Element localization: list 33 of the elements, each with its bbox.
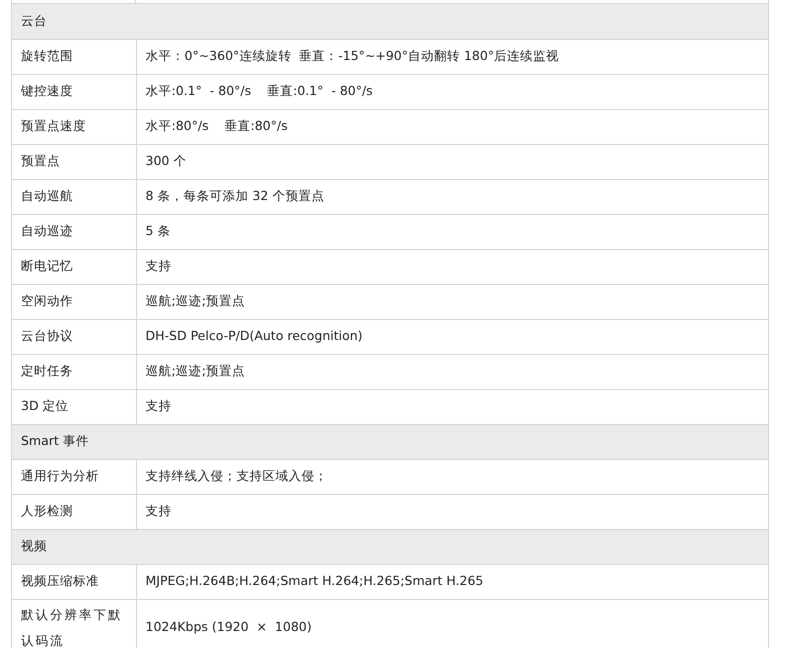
spec-value: DH-SD Pelco-P/D(Auto recognition)	[136, 319, 768, 354]
spec-value: 支持绊线入侵；支持区域入侵；	[136, 459, 768, 494]
spec-label: 自动巡迹	[12, 214, 136, 249]
spec-label: 视频压缩标准	[12, 564, 136, 599]
spec-label: 默认分辨率下默认码流	[12, 599, 136, 648]
spec-label: 预置点速度	[12, 109, 136, 144]
spec-value: 巡航;巡迹;预置点	[136, 284, 768, 319]
spec-label: 空闲动作	[12, 284, 136, 319]
spec-value: 水平:0.1° - 80°/s 垂直:0.1° - 80°/s	[136, 74, 768, 109]
spec-label: 预置点	[12, 144, 136, 179]
spec-value: 支持	[136, 494, 768, 529]
spec-label: 云台协议	[12, 319, 136, 354]
spec-value: 8 条，每条可添加 32 个预置点	[136, 179, 768, 214]
spec-value: 巡航;巡迹;预置点	[136, 354, 768, 389]
spec-label: 断电记忆	[12, 249, 136, 284]
spec-label: 定时任务	[12, 354, 136, 389]
spec-label: 人形检测	[12, 494, 136, 529]
section-header: Smart 事件	[12, 424, 768, 459]
spec-value: 支持	[136, 249, 768, 284]
spec-label: 旋转范围	[12, 39, 136, 74]
spec-value: MJPEG;H.264B;H.264;Smart H.264;H.265;Smart H.265	[136, 564, 768, 599]
spec-label: 通用行为分析	[12, 459, 136, 494]
section-header: 云台	[12, 4, 768, 39]
spec-value: 5 条	[136, 214, 768, 249]
spec-label: 键控速度	[12, 74, 136, 109]
spec-value: 水平：0°~360°连续旋转 垂直：-15°~+90°自动翻转 180°后连续监视	[136, 39, 768, 74]
spec-value: 1024Kbps (1920 × 1080)	[136, 599, 768, 648]
section-header: 视频	[12, 529, 768, 564]
spec-value: 水平:80°/s 垂直:80°/s	[136, 109, 768, 144]
spec-label: 自动巡航	[12, 179, 136, 214]
spec-value: 300 个	[136, 144, 768, 179]
spec-label: 3D 定位	[12, 389, 136, 424]
spec-value: 支持	[136, 389, 768, 424]
